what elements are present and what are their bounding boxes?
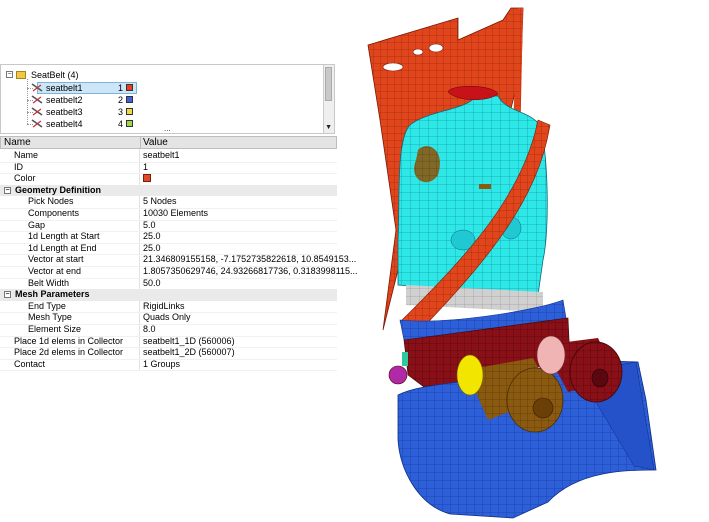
tree-item-label: seatbelt2 (46, 95, 83, 105)
tree-item-index: 1 (117, 83, 123, 93)
scroll-down-arrow-icon[interactable]: ▼ (325, 124, 332, 131)
collapse-icon[interactable]: − (4, 291, 11, 299)
tree-more-indicator: ... (164, 124, 171, 133)
color-swatch[interactable] (126, 120, 133, 127)
tree-item-label: seatbelt4 (46, 119, 83, 129)
collapse-icon[interactable]: − (4, 186, 11, 194)
color-swatch[interactable] (126, 96, 133, 103)
tree-item-label: seatbelt3 (46, 107, 83, 117)
color-swatch[interactable] (126, 84, 133, 91)
seatbelt-icon (31, 107, 43, 116)
graphics-viewport[interactable] (338, 0, 709, 522)
column-header-value[interactable]: Value (143, 137, 168, 149)
column-header-name[interactable]: Name (4, 137, 31, 149)
color-swatch[interactable] (143, 174, 151, 183)
tree-item-seatbelt1[interactable]: seatbelt1 1 (1, 82, 321, 94)
seatbelt-icon (31, 119, 43, 128)
prop-row-contact[interactable]: Contact 1 Groups (0, 359, 337, 372)
entity-editor: Name Value Name seatbelt1 ID 1 Color − G… (0, 136, 358, 372)
model-browser-tree: − SeatBelt (4) seatbelt1 1 seatbelt2 2 s… (0, 64, 335, 134)
section-mesh-parameters[interactable]: − Mesh Parameters (0, 289, 337, 301)
section-geometry-definition[interactable]: − Geometry Definition (0, 184, 337, 197)
scrollbar-thumb[interactable] (325, 67, 332, 101)
tree-item-seatbelt3[interactable]: seatbelt3 3 (1, 106, 321, 118)
folder-icon (16, 71, 26, 79)
collapse-icon[interactable]: − (6, 71, 13, 78)
tree-row-seatbelt-folder[interactable]: − SeatBelt (4) (1, 69, 321, 81)
anchor-mesh[interactable] (402, 352, 408, 366)
color-swatch[interactable] (126, 108, 133, 115)
grid-header: Name Value (0, 136, 337, 149)
tree-folder-label: SeatBelt (4) (31, 70, 79, 80)
buckle-mesh[interactable] (388, 365, 408, 385)
tree-item-seatbelt4[interactable]: seatbelt4 4 (1, 118, 321, 130)
tree-scrollbar[interactable] (323, 65, 334, 133)
seatbelt-icon (31, 83, 43, 92)
tree-item-seatbelt2[interactable]: seatbelt2 2 (1, 94, 321, 106)
tree-item-index: 2 (117, 95, 123, 105)
dummy-torso-mesh[interactable] (397, 86, 548, 312)
tree-item-index: 4 (117, 119, 123, 129)
tree-item-index: 3 (117, 107, 123, 117)
tree-item-label: seatbelt1 (46, 83, 83, 93)
seatbelt-icon (31, 95, 43, 104)
